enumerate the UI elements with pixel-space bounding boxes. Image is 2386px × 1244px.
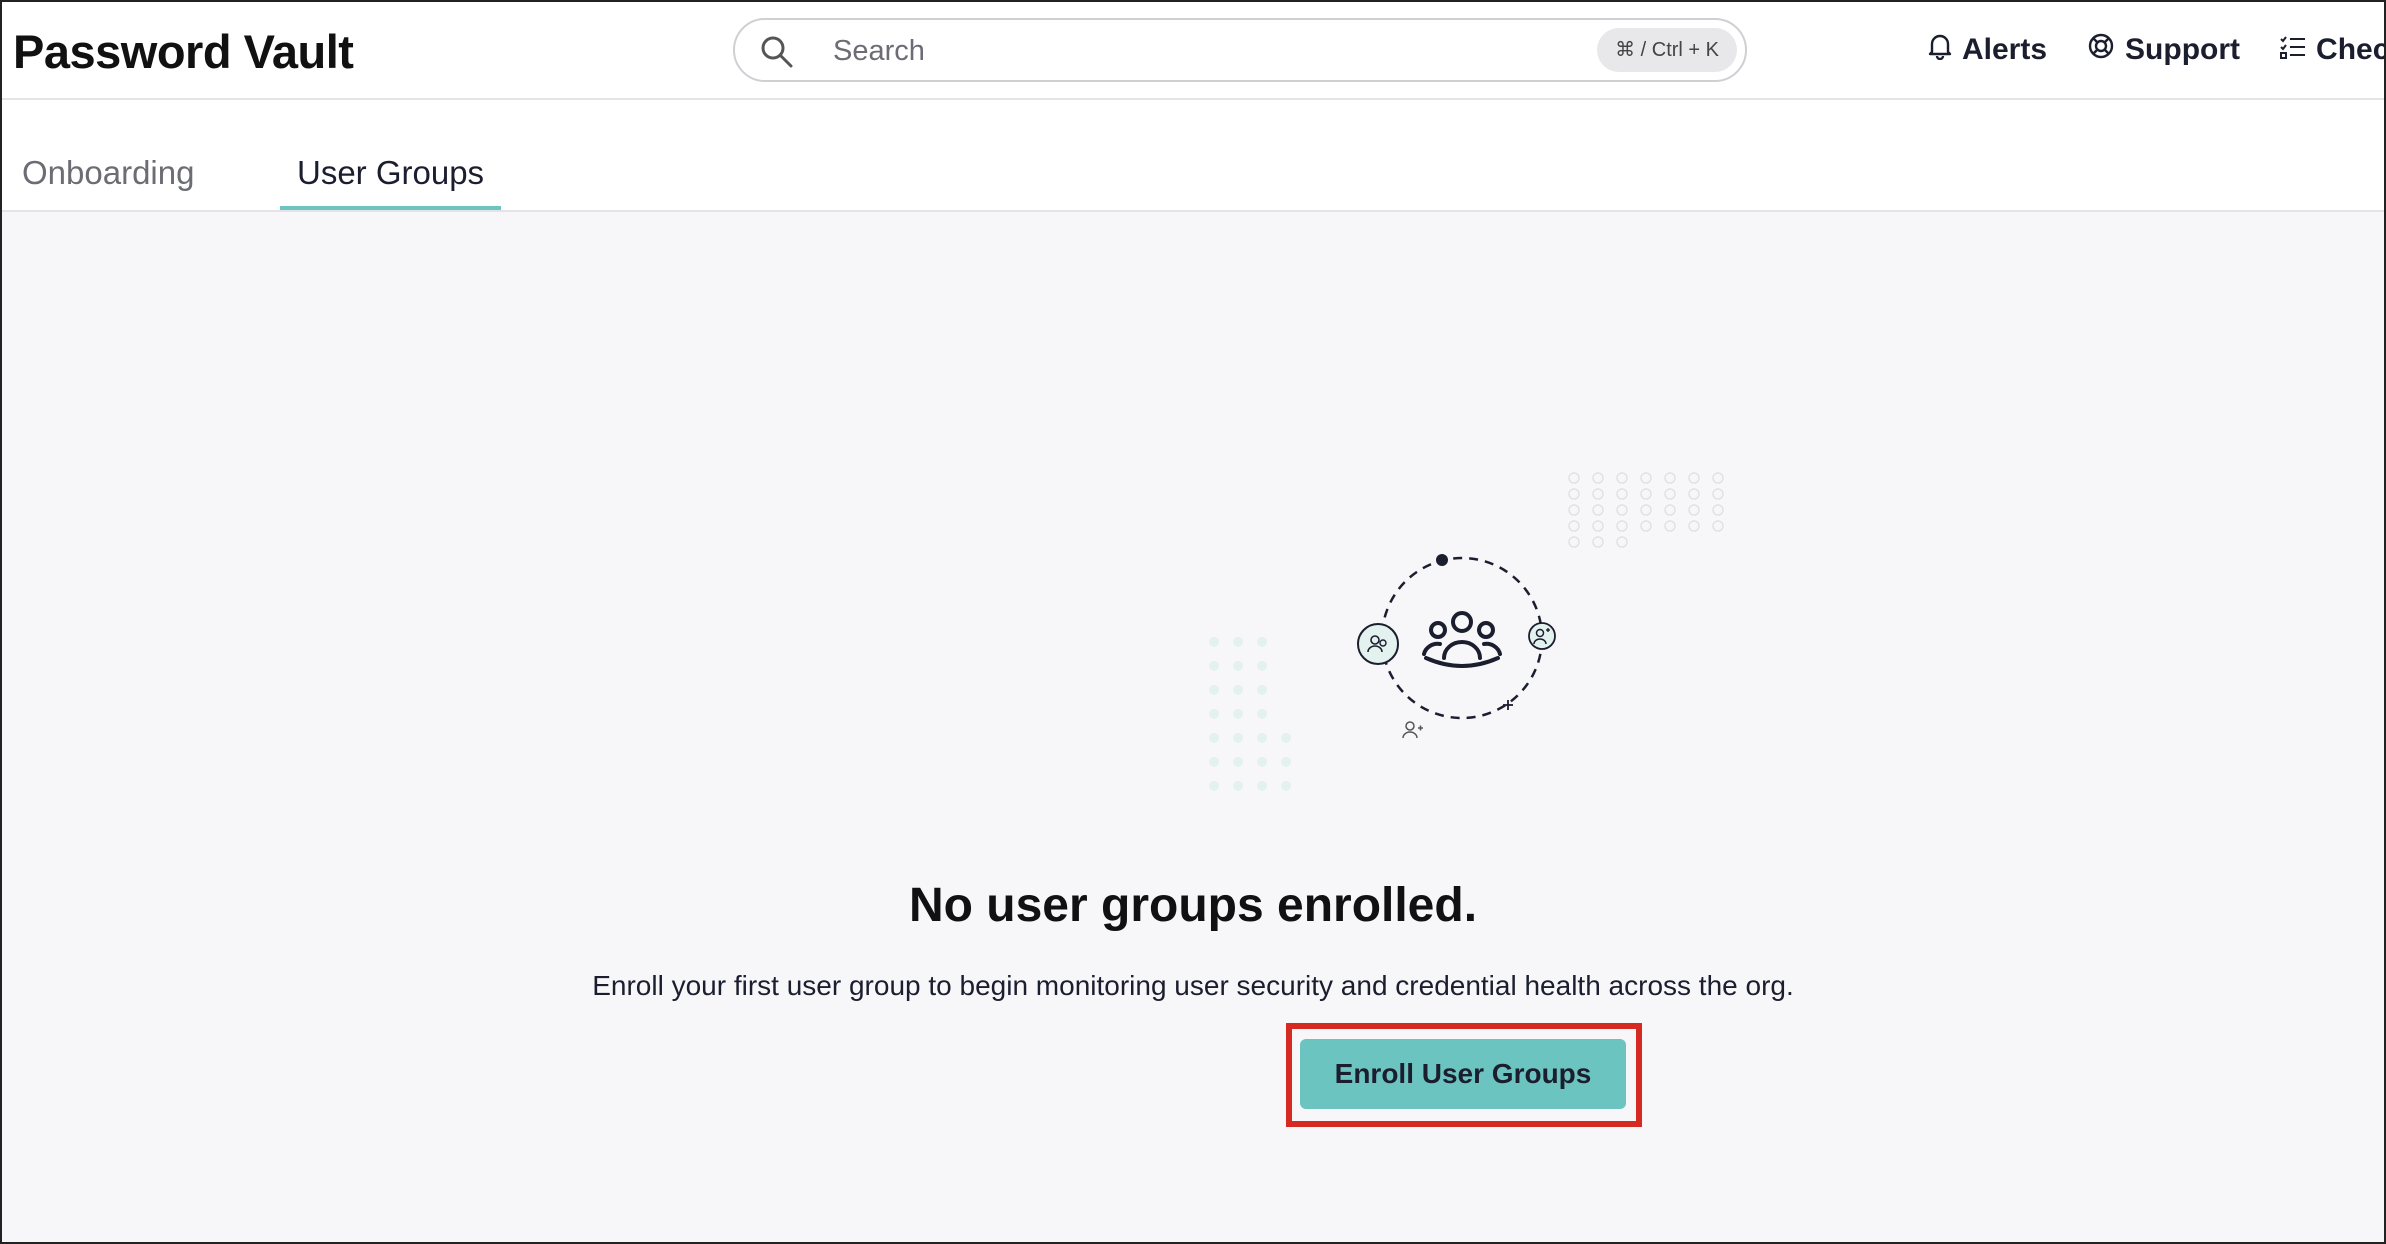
checklist-icon bbox=[2280, 33, 2316, 67]
app-title: Password Vault bbox=[13, 25, 354, 78]
search-shortcut-badge: ⌘ / Ctrl + K bbox=[1597, 28, 1737, 72]
decorative-dot-grid-top bbox=[1568, 472, 1724, 548]
tabs-bar: Onboarding User Groups bbox=[2, 100, 2384, 212]
alerts-button[interactable]: Alerts bbox=[1928, 32, 2047, 68]
checklist-label: Chec bbox=[2316, 33, 2386, 66]
right-user-add-badge-icon bbox=[1528, 622, 1556, 650]
orbit-dot bbox=[1436, 554, 1448, 566]
search-icon bbox=[759, 34, 795, 70]
support-label: Support bbox=[2125, 33, 2241, 66]
lifebuoy-icon bbox=[2087, 32, 2125, 68]
small-user-add-icon bbox=[1402, 721, 1423, 739]
user-group-icon bbox=[1422, 611, 1502, 668]
empty-state-title: No user groups enrolled. bbox=[908, 879, 1478, 932]
search-input[interactable] bbox=[831, 28, 1535, 74]
checklist-button[interactable]: Chec bbox=[2280, 33, 2386, 67]
support-button[interactable]: Support bbox=[2087, 32, 2240, 68]
search-bar[interactable]: ⌘ / Ctrl + K bbox=[733, 18, 1747, 82]
header-actions: Alerts Support Chec bbox=[1928, 30, 2386, 70]
empty-state-description: Enroll your first user group to begin mo… bbox=[592, 970, 1794, 1001]
app-window: Password Vault ⌘ / Ctrl + K Alerts bbox=[0, 0, 2386, 1244]
top-header: Password Vault ⌘ / Ctrl + K Alerts bbox=[2, 2, 2384, 100]
orbit-ring bbox=[1380, 556, 1544, 720]
enroll-user-groups-button[interactable]: Enroll User Groups bbox=[1300, 1039, 1626, 1109]
tab-onboarding[interactable]: Onboarding bbox=[22, 154, 194, 192]
bell-icon bbox=[1928, 32, 1962, 68]
user-groups-illustration bbox=[1209, 472, 1724, 791]
alerts-label: Alerts bbox=[1962, 33, 2048, 66]
decorative-dot-grid-left bbox=[1209, 637, 1291, 791]
left-user-badge-icon bbox=[1357, 623, 1399, 665]
tab-user-groups[interactable]: User Groups bbox=[280, 154, 502, 210]
